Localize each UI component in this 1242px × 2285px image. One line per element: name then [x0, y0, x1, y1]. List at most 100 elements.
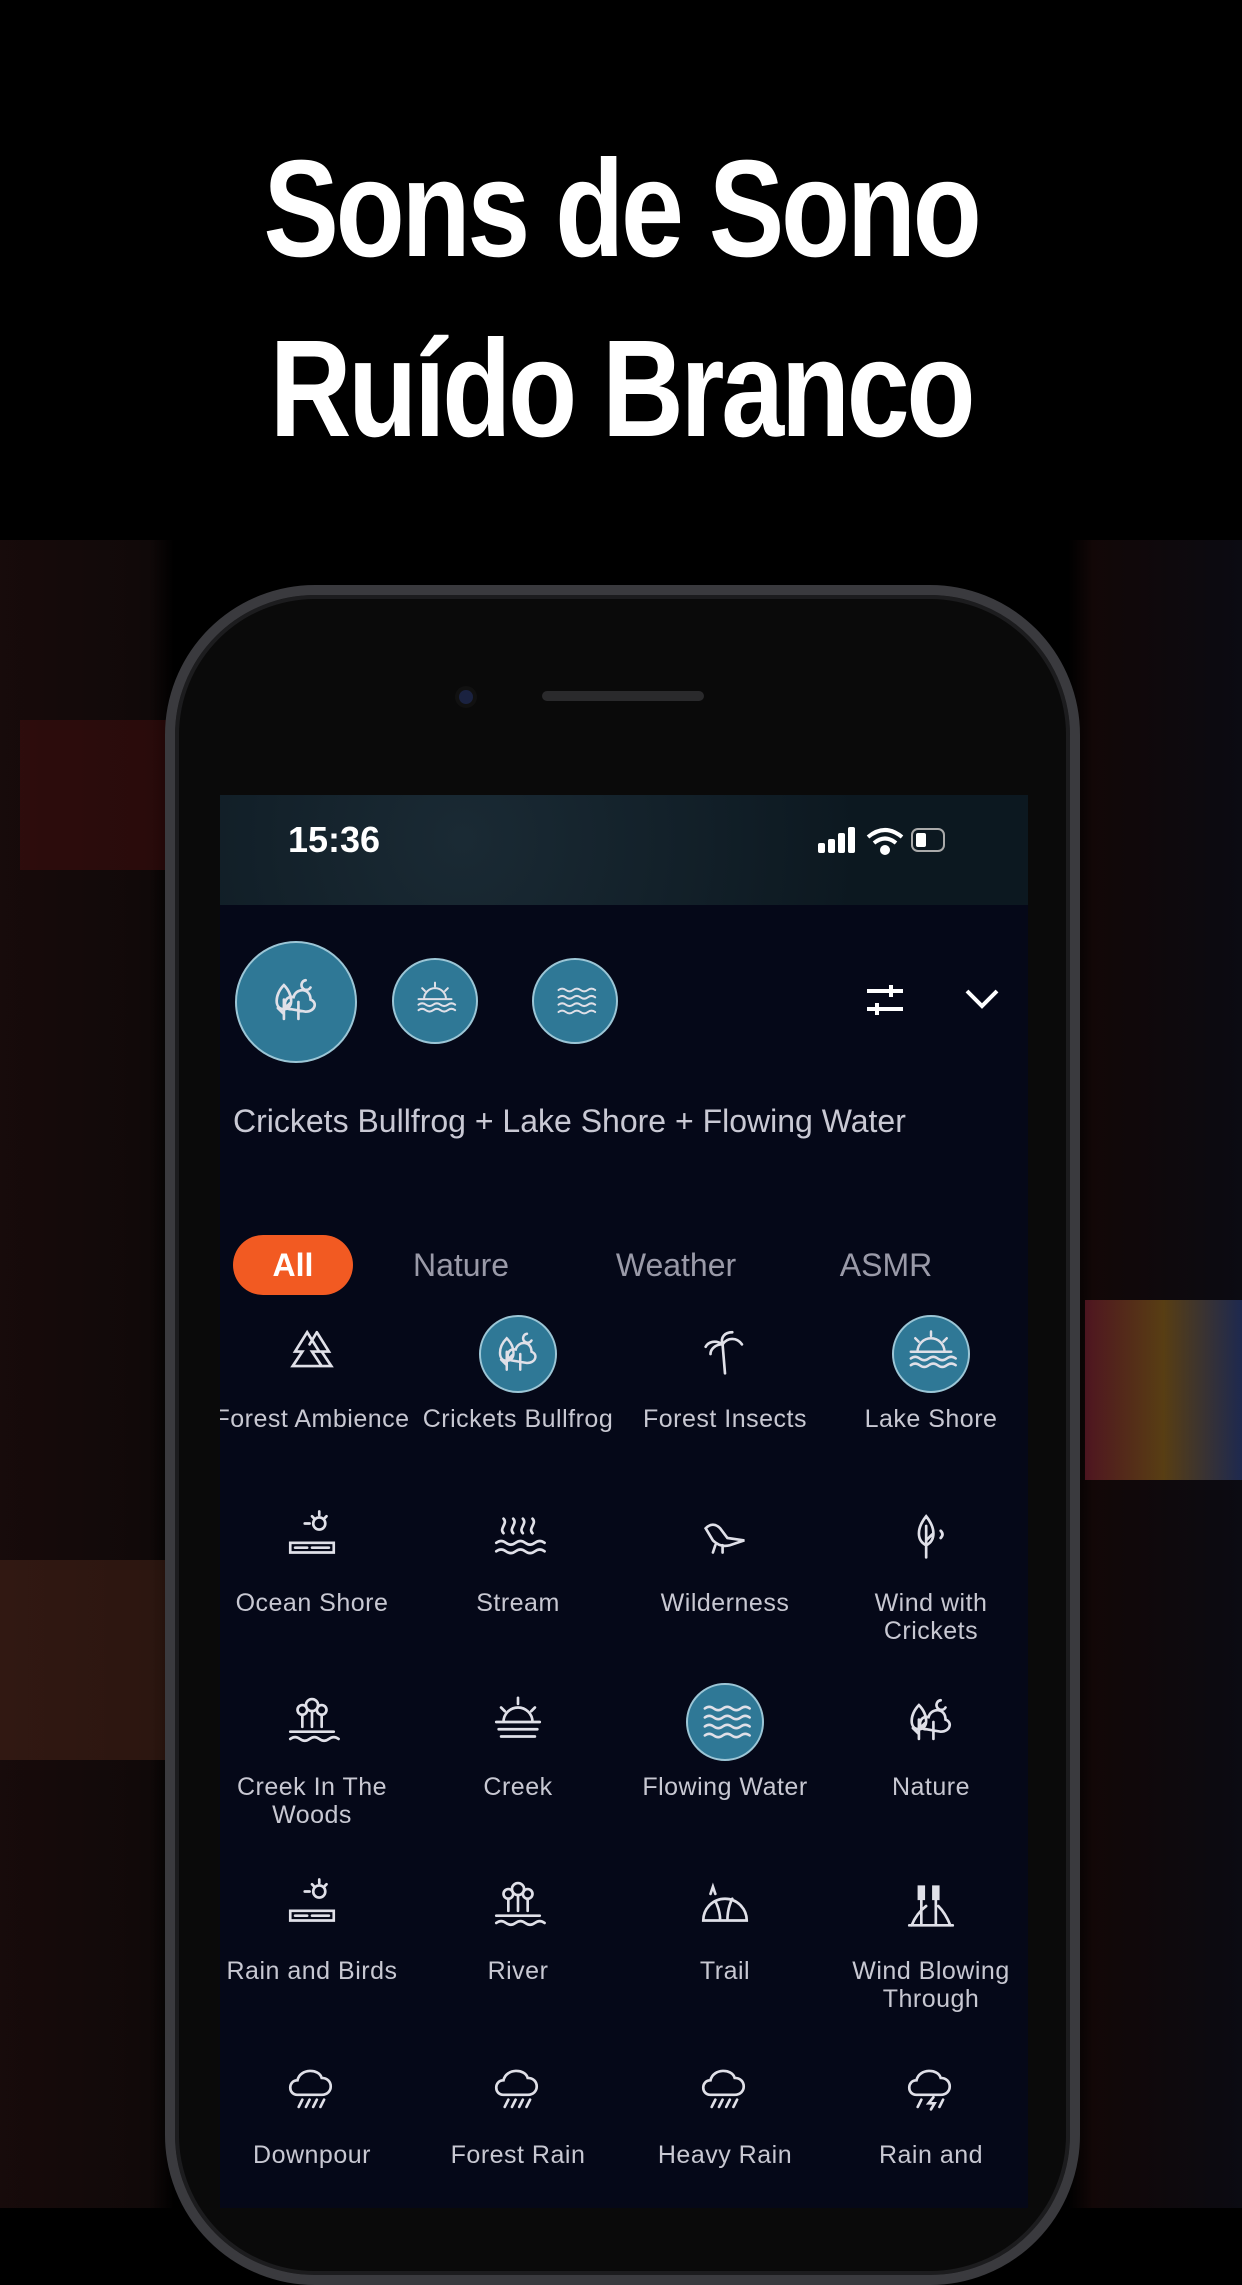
- sound-label: Stream: [476, 1589, 560, 1617]
- pine-trees-icon: [290, 1329, 334, 1368]
- sunrise-icon: [494, 1696, 542, 1738]
- sound-item[interactable]: Forest Rain: [418, 2051, 618, 2169]
- sound-label: Crickets Bullfrog: [422, 1405, 614, 1433]
- sound-label: Creek In The Woods: [236, 1773, 388, 1829]
- sound-icon-wrap: [686, 1683, 764, 1761]
- sound-label: Creek: [483, 1773, 553, 1801]
- background-tile: [0, 1560, 165, 1760]
- sun-shore-icon: [288, 1510, 336, 1554]
- sound-icon-wrap: [686, 1315, 764, 1393]
- sound-label: Trail: [699, 1957, 751, 1985]
- sunset-water-icon: [909, 1330, 957, 1369]
- reeds-icon: [907, 1885, 955, 1927]
- status-time: 15:36: [288, 819, 381, 860]
- sound-label: Flowing Water: [642, 1773, 808, 1801]
- tab-all[interactable]: All: [233, 1235, 353, 1295]
- sound-label: Rain and: [878, 2141, 984, 2169]
- mix-title: Crickets Bullfrog + Lake Shore + Flowing…: [233, 1103, 906, 1139]
- sound-item[interactable]: Wilderness: [625, 1499, 825, 1617]
- sound-item[interactable]: Rain and Birds: [220, 1867, 412, 1985]
- forest-moon-icon: [275, 978, 317, 1021]
- sound-icon-wrap: [479, 1867, 557, 1945]
- sound-icon-wrap: [273, 1499, 351, 1577]
- sound-item[interactable]: Rain and: [831, 2051, 1028, 2169]
- rain-cloud-icon: [701, 2069, 746, 2109]
- sound-icon-wrap: [479, 1683, 557, 1761]
- sound-label: Downpour: [253, 2141, 371, 2169]
- headline-line-2: Ruído Branco: [269, 312, 976, 466]
- forest-moon-icon: [910, 1698, 952, 1741]
- sound-icon-wrap: [892, 2051, 970, 2129]
- active-sound-crickets-bullfrog[interactable]: [235, 941, 357, 1063]
- sound-icon-wrap: [273, 2051, 351, 2129]
- sound-label: Heavy Rain: [657, 2141, 793, 2169]
- sound-item[interactable]: Wind Blowing Through: [831, 1867, 1028, 2013]
- active-sound-lake-shore[interactable]: [392, 958, 478, 1044]
- sound-label: Wilderness: [660, 1589, 790, 1617]
- sound-label: Wind Blowing Through: [852, 1957, 1010, 2013]
- sound-label: Rain and Birds: [226, 1957, 398, 1985]
- steam-waves-icon: [494, 1517, 546, 1555]
- tab-asmr[interactable]: ASMR: [816, 1235, 956, 1295]
- battery-icon: [911, 828, 945, 852]
- sound-item[interactable]: Flowing Water: [625, 1683, 825, 1801]
- sound-item[interactable]: Stream: [418, 1499, 618, 1617]
- sound-icon-wrap: [479, 1315, 557, 1393]
- waves-icon: [557, 987, 597, 1015]
- sound-label: River: [487, 1957, 549, 1985]
- sound-item[interactable]: Nature: [831, 1683, 1028, 1801]
- sound-item[interactable]: Creek In The Woods: [220, 1683, 412, 1829]
- headline-line-1: Sons de Sono: [263, 132, 981, 286]
- chevron-down-icon[interactable]: [964, 987, 1000, 1011]
- bird-icon: [703, 1523, 745, 1554]
- sound-icon-wrap: [479, 1499, 557, 1577]
- tab-nature[interactable]: Nature: [391, 1235, 531, 1295]
- sound-icon-wrap: [479, 2051, 557, 2129]
- sound-item[interactable]: River: [418, 1867, 618, 1985]
- storm-cloud-icon: [907, 2069, 952, 2111]
- tab-weather[interactable]: Weather: [596, 1235, 756, 1295]
- sound-item[interactable]: Forest Insects: [625, 1315, 825, 1433]
- sound-icon-wrap: [686, 2051, 764, 2129]
- sound-item[interactable]: Trail: [625, 1867, 825, 1985]
- rain-cloud-icon: [494, 2069, 539, 2109]
- sun-shore-icon: [288, 1878, 336, 1922]
- sound-item[interactable]: Downpour: [220, 2051, 412, 2169]
- waves-icon: [703, 1705, 751, 1739]
- sound-item[interactable]: Forest Ambience: [220, 1315, 412, 1433]
- status-icons: [818, 827, 945, 855]
- active-sound-flowing-water[interactable]: [532, 958, 618, 1044]
- sound-label: Forest Rain: [450, 2141, 586, 2169]
- sound-label: Lake Shore: [864, 1405, 998, 1433]
- sound-item[interactable]: Crickets Bullfrog: [418, 1315, 618, 1433]
- background-tile: [1085, 1300, 1242, 1480]
- sound-icon-wrap: [273, 1867, 351, 1945]
- sound-icon-wrap: [892, 1499, 970, 1577]
- forest-moon-icon: [498, 1332, 537, 1371]
- front-camera: [455, 686, 477, 708]
- sound-label: Forest Ambience: [220, 1405, 410, 1433]
- sound-label: Forest Insects: [643, 1405, 807, 1433]
- sound-item[interactable]: Ocean Shore: [220, 1499, 412, 1617]
- hill-icon: [701, 1882, 749, 1922]
- sound-icon-wrap: [686, 1499, 764, 1577]
- sound-item[interactable]: Lake Shore: [831, 1315, 1028, 1433]
- sound-icon-wrap: [273, 1683, 351, 1761]
- leaf-sound-icon: [917, 1514, 944, 1559]
- sound-item[interactable]: Creek: [418, 1683, 618, 1801]
- sunset-water-icon: [417, 981, 457, 1013]
- signal-icon: [818, 827, 855, 853]
- sound-item[interactable]: Wind with Crickets: [831, 1499, 1028, 1645]
- sound-item[interactable]: Heavy Rain: [625, 2051, 825, 2169]
- status-bar: 15:36: [220, 795, 1028, 905]
- sound-icon-wrap: [892, 1683, 970, 1761]
- sound-label: Wind with Crickets: [874, 1589, 988, 1645]
- sliders-icon[interactable]: [865, 983, 905, 1017]
- sound-icon-wrap: [892, 1867, 970, 1945]
- sound-label: Ocean Shore: [235, 1589, 389, 1617]
- earpiece-speaker: [542, 691, 704, 701]
- rain-cloud-icon: [288, 2069, 333, 2109]
- sound-icon-wrap: [273, 1315, 351, 1393]
- background-tile: [20, 720, 170, 870]
- trees-water-icon: [288, 1697, 340, 1743]
